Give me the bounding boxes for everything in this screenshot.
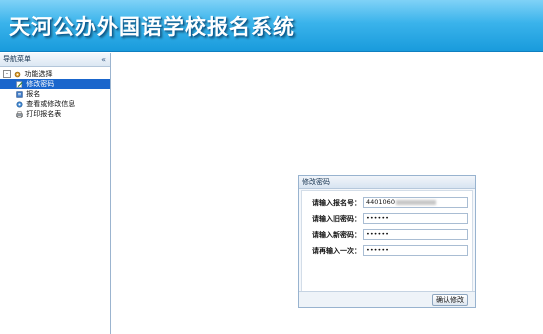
field-label: 请输入旧密码： (312, 215, 361, 223)
nav-item-label: 修改密码 (26, 80, 55, 88)
nav-item-label: 打印报名表 (26, 110, 62, 118)
field-label: 请再输入一次： (312, 247, 361, 255)
edit-icon (16, 80, 23, 88)
printer-icon (16, 110, 23, 118)
new-password-input[interactable]: •••••• (363, 229, 468, 240)
field-label: 请输入报名号： (312, 199, 361, 207)
nav-item-change-password[interactable]: 修改密码 (0, 79, 110, 89)
settings-icon (16, 100, 23, 108)
tree-root-function-select[interactable]: - 功能选择 (0, 69, 110, 79)
field-label: 请输入新密码： (312, 231, 361, 239)
dialog-body: 请输入报名号： 4401060 请输入旧密码： •••••• 请输入新密码： •… (301, 190, 473, 292)
nav-item-print-form[interactable]: 打印报名表 (0, 109, 110, 119)
gear-icon (14, 71, 21, 77)
sidebar-title: 导航菜单 (3, 55, 31, 63)
registration-number-input[interactable]: 4401060 (363, 197, 468, 208)
dialog-title: 修改密码 (299, 176, 475, 189)
app-title: 天河公办外国语学校报名系统 (9, 15, 295, 39)
sidebar-header: 导航菜单 « (0, 53, 110, 67)
app-header: 天河公办外国语学校报名系统 (0, 0, 543, 52)
tree-root-label: 功能选择 (24, 70, 53, 78)
collapse-sidebar-button[interactable]: « (101, 53, 106, 66)
nav-item-register[interactable]: 报名 (0, 89, 110, 99)
old-password-input[interactable]: •••••• (363, 213, 468, 224)
nav-item-view-edit-info[interactable]: 查看或修改信息 (0, 99, 110, 109)
nav-item-label: 查看或修改信息 (26, 100, 76, 108)
nav-sidebar: 导航菜单 « - 功能选择 修改密码 报名 查看或修改信息 打印报名表 (0, 53, 111, 334)
nav-item-label: 报名 (26, 90, 41, 98)
form-icon (16, 90, 23, 98)
change-password-dialog: 修改密码 请输入报名号： 4401060 请输入旧密码： •••••• 请输入新… (298, 175, 476, 308)
nav-tree: - 功能选择 修改密码 报名 查看或修改信息 打印报名表 (0, 67, 110, 119)
tree-collapse-toggle[interactable]: - (3, 70, 11, 78)
confirm-change-button[interactable]: 确认修改 (432, 294, 468, 306)
dialog-footer: 确认修改 (299, 291, 475, 307)
confirm-password-input[interactable]: •••••• (363, 245, 468, 256)
